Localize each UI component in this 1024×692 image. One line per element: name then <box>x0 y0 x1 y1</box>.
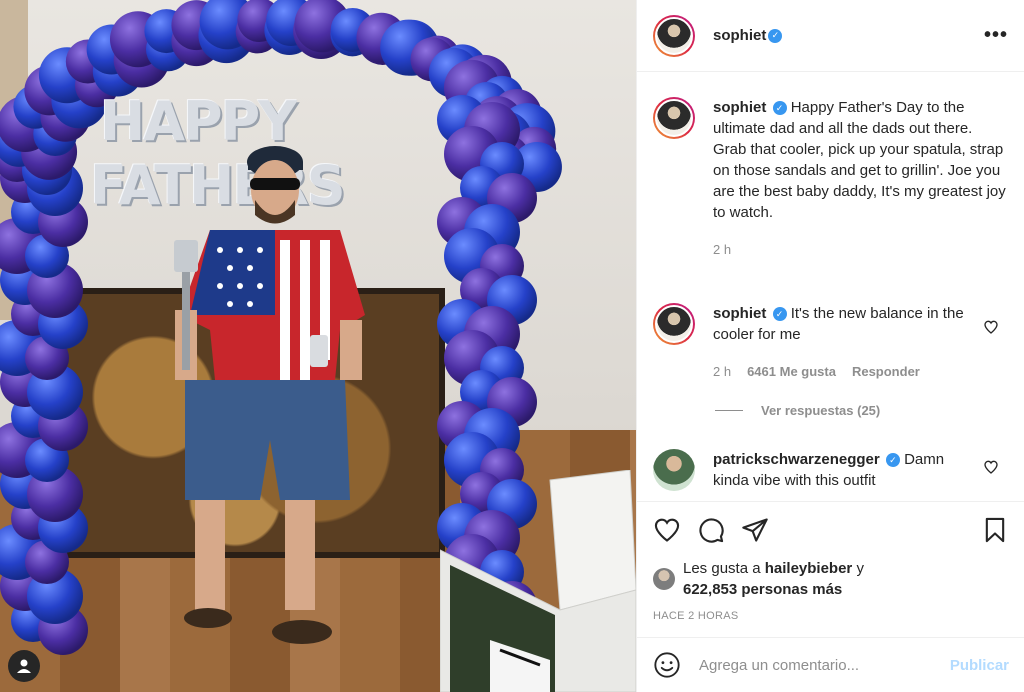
emoji-smiley-icon[interactable] <box>653 651 681 679</box>
publish-button[interactable]: Publicar <box>950 657 1009 674</box>
like-comment-heart-icon[interactable] <box>983 319 999 335</box>
author-avatar[interactable] <box>653 14 695 57</box>
author-username[interactable]: sophiet <box>713 27 766 44</box>
comment-avatar[interactable] <box>653 303 695 345</box>
action-icons-row <box>637 502 1024 558</box>
verified-badge-icon: ✓ <box>885 453 900 468</box>
liker-avatar[interactable] <box>653 568 675 590</box>
post-photo[interactable]: HAPPY FATHERS <box>0 0 636 692</box>
verified-badge-icon: ✓ <box>768 28 783 43</box>
post-actions: Les gusta a haileybieber y 622,853 perso… <box>637 501 1024 622</box>
more-options-icon[interactable]: ••• <box>984 24 1008 47</box>
likes-summary: Les gusta a haileybieber y 622,853 perso… <box>637 558 1024 600</box>
caption-username[interactable]: sophiet <box>713 99 766 116</box>
comment-username[interactable]: patrickschwarzenegger <box>713 451 880 468</box>
tagged-user-icon[interactable] <box>8 650 40 682</box>
man-in-flag-shirt <box>174 146 365 644</box>
comment-likes[interactable]: 6461 Me gusta <box>747 361 836 382</box>
comment-item: sophiet ✓ It's the new balance in the co… <box>637 303 1024 382</box>
comment-item: patrickschwarzenegger ✓ Damn kinda vibe … <box>637 449 1024 491</box>
caption-text: Happy Father's Day to the ultimate dad a… <box>713 99 1006 221</box>
liker-username[interactable]: haileybieber <box>765 560 853 577</box>
caption-avatar[interactable] <box>653 97 695 139</box>
comment-avatar[interactable] <box>653 449 695 491</box>
likes-count[interactable]: 622,853 personas más <box>683 581 842 598</box>
view-replies-link[interactable]: Ver respuestas (25) <box>715 403 880 418</box>
caption-time[interactable]: 2 h <box>713 239 731 260</box>
verified-badge-icon: ✓ <box>772 307 787 322</box>
comment-username[interactable]: sophiet <box>713 305 766 322</box>
likes-conjunction: y <box>856 560 864 577</box>
save-bookmark-icon[interactable] <box>981 516 1009 544</box>
post-header: sophiet ✓ ••• <box>637 0 1024 72</box>
white-cooler <box>440 470 636 692</box>
comment-time[interactable]: 2 h <box>713 361 731 382</box>
likes-prefix: Les gusta a <box>683 560 761 577</box>
like-heart-icon[interactable] <box>653 516 681 544</box>
comment-input[interactable]: Agrega un comentario... <box>699 657 950 674</box>
share-send-icon[interactable] <box>741 516 769 544</box>
like-comment-heart-icon[interactable] <box>983 459 999 475</box>
add-comment-bar: Agrega un comentario... Publicar <box>637 637 1024 692</box>
view-replies-label: Ver respuestas (25) <box>761 403 881 418</box>
verified-badge-icon: ✓ <box>772 101 787 116</box>
post-timestamp[interactable]: HACE 2 HORAS <box>637 600 1024 622</box>
comments-section: sophiet ✓ Happy Father's Day to the ulti… <box>637 73 1024 501</box>
post-sidebar: sophiet ✓ ••• sophiet ✓ Happy Father's D… <box>636 0 1024 692</box>
reply-button[interactable]: Responder <box>852 361 920 382</box>
comment-bubble-icon[interactable] <box>697 516 725 544</box>
replies-divider <box>715 410 743 411</box>
caption: sophiet ✓ Happy Father's Day to the ulti… <box>637 97 1024 260</box>
